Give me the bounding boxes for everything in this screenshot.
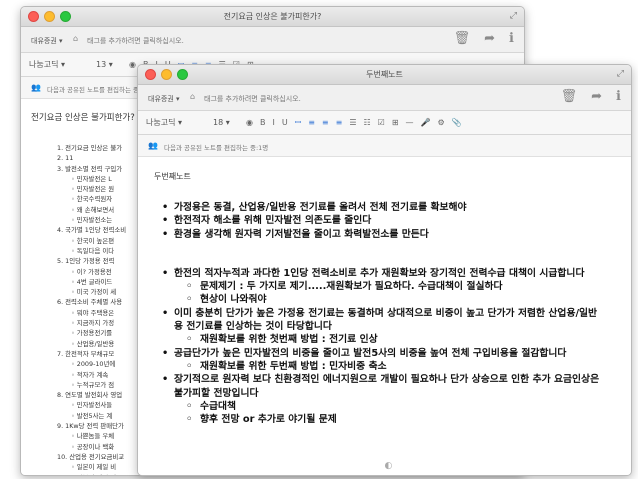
note-body[interactable]: 가정용은 동결, 산업용/일반용 전기료를 올려서 전체 전기료를 확보해야 한… [160, 201, 600, 427]
outline-item: 5. 1인당 가정용 전력 [57, 257, 115, 266]
note-toolbar: 대유증권 ▾ ⌂ 태그를 추가하려면 클릭하십시오. 🗑 ➦ ℹ [21, 27, 524, 53]
tags-field[interactable]: 태그를 추가하려면 클릭하십시오. [87, 36, 184, 46]
align-right-icon[interactable]: ≡ [336, 118, 343, 127]
outline-item: ◦ 가정용전기를 [71, 329, 113, 338]
outline-item: ◦ 민자발전은 L [71, 174, 112, 183]
outline-item: ◦ 누적규모가 점 [71, 380, 115, 389]
window-title: 두번째노트 [366, 70, 403, 79]
trash-icon[interactable]: 🗑 [454, 31, 471, 46]
list-item: 한전의 적자누적과 과다한 1인당 전력소비로 추가 재원확보와 장기적인 전력… [160, 267, 600, 281]
numbered-list-icon[interactable]: ☷ [364, 118, 371, 127]
people-icon: 👥 [148, 141, 158, 150]
bold-icon[interactable]: B [260, 118, 266, 127]
outline-item: ◦ 4번 글라이드 [71, 277, 113, 286]
share-icon[interactable]: ➦ [484, 31, 495, 46]
outline-item: ◦ 민자발전은 원 [71, 185, 115, 194]
checkbox-icon[interactable]: ☑ [378, 118, 385, 127]
info-icon[interactable]: ℹ [509, 31, 514, 46]
titlebar[interactable]: 두번째노트 ⤢ [138, 65, 631, 85]
outline-item: 7. 한전적자 부채규모 [57, 349, 115, 358]
outline-item: 2. 11 [57, 154, 74, 163]
footer-icon: ◐ [384, 461, 393, 471]
font-selector[interactable]: 나눔고딕 ▾ [146, 117, 206, 128]
gear-icon[interactable]: ⚙ [438, 118, 445, 127]
outline-item: ◦ 독일다음 이다 [71, 246, 115, 255]
front-note-window[interactable]: 두번째노트 ⤢ 대유증권 ▾ ⌂ 태그를 추가하려면 클릭하십시오. 🗑 ➦ ℹ… [137, 64, 632, 476]
list-item: 공급단가가 높은 민자발전의 비중을 줄이고 발전5사의 비중을 높여 전체 구… [160, 347, 600, 361]
sub-list-item: 문제제기 : 두 가지로 제기.....재원확보가 필요하다. 수급대책이 절실… [160, 280, 600, 294]
fullscreen-icon[interactable]: ⤢ [617, 69, 624, 79]
trash-icon[interactable]: 🗑 [561, 89, 578, 104]
outline-item: ◦ 적자가 계속 [71, 370, 109, 379]
outline-item: ◦ 뭐야 주택용은 [71, 308, 115, 317]
outline-item: ◦ 민자발전소는 [71, 216, 113, 225]
align-center-icon[interactable]: ≡ [322, 118, 329, 127]
notebook-selector[interactable]: 대유증권 ▾ [31, 36, 63, 46]
outline-item: ◦ 민자발전사들 [71, 401, 113, 410]
table-icon[interactable]: ⊞ [392, 118, 399, 127]
tag-icon: ⌂ [190, 92, 196, 101]
strikethrough-icon[interactable]: ꟷ [295, 117, 302, 128]
attach-icon[interactable]: 📎 [452, 118, 462, 127]
outline-item: ◦ 2009-10년에 [71, 360, 116, 369]
note-title[interactable]: 전기요금 인상은 불가피한가? [31, 111, 135, 123]
share-icon[interactable]: ➦ [591, 89, 602, 104]
format-toolbar: 나눔고딕 ▾ 18 ▾ ◉ B I U ꟷ ≡ ≡ ≡ ☰ ☷ ☑ ⊞ — 🎤 … [138, 111, 631, 135]
info-icon[interactable]: ℹ [616, 89, 621, 104]
outline-item: 8. 연도별 발전회사 영업 [57, 391, 123, 400]
outline-item: ◦ 일본이 제일 비 [71, 463, 117, 472]
people-icon: 👥 [31, 83, 41, 92]
outline-item: ◦ 공장이나 백화 [71, 442, 115, 451]
note-content[interactable]: 두번째노트 가정용은 동결, 산업용/일반용 전기료를 올려서 전체 전기료를 … [138, 157, 631, 475]
sub-list-item: 수급대책 [160, 400, 600, 414]
italic-icon[interactable]: I [272, 118, 274, 127]
color-icon[interactable]: ◉ [129, 60, 136, 69]
color-icon[interactable]: ◉ [246, 118, 253, 127]
outline-item: ◦ 지금까지 가정 [71, 319, 115, 328]
outline-item: 9. 1Kw당 전력 판매단가 [57, 422, 124, 431]
sub-list-item: 향후 전망 or 추가로 야기될 문제 [160, 413, 600, 427]
list-item: 환경을 생각해 원자력 기저발전을 줄이고 화력발전소를 만든다 [160, 228, 600, 242]
align-left-icon[interactable]: ≡ [308, 118, 315, 127]
outline-item: ◦ 산업용/일반용 [71, 339, 115, 348]
sub-list-item: 현상이 나와줘야 [160, 293, 600, 307]
outline-item: 10. 산업용 전기요금비교 [57, 452, 125, 461]
underline-icon[interactable]: U [282, 118, 288, 127]
sub-list-item: 재원확보를 위한 두번째 방법 : 민자비중 축소 [160, 360, 600, 374]
notebook-selector[interactable]: 대유증권 ▾ [148, 94, 180, 104]
list-item: 가정용은 동결, 산업용/일반용 전기료를 올려서 전체 전기료를 확보해야 [160, 201, 600, 215]
font-size-selector[interactable]: 18 ▾ [213, 118, 239, 127]
outline-item: ◦ 미국 가정이 세 [71, 288, 117, 297]
font-size-selector[interactable]: 13 ▾ [96, 60, 122, 69]
outline-item: ◦ 이? 가정용전 [71, 267, 112, 276]
list-item: 장기적으로 원자력 보다 친환경적인 에너지원으로 개발이 필요하나 단가 상승… [160, 373, 600, 400]
outline-item: ◦ 왜 손해보면서 [71, 205, 115, 214]
outline-item: 1. 전기요금 인상은 불가 [57, 144, 123, 152]
note-toolbar: 대유증권 ▾ ⌂ 태그를 추가하려면 클릭하십시오. 🗑 ➦ ℹ [138, 85, 631, 111]
list-icon[interactable]: ☰ [349, 118, 356, 127]
outline-item: 4. 국가별 1인당 전력소비 [57, 226, 127, 235]
outline-item: ◦ 나쁜놈들 우체 [71, 432, 115, 441]
outline-item: 3. 발전소별 전력 구입가 [57, 164, 123, 173]
outline-item: ◦ 한국수력원자 [71, 195, 113, 204]
share-bar: 👥 다음과 공유된 노트를 편집하는 중:1명 [138, 135, 631, 157]
fullscreen-icon[interactable]: ⤢ [510, 11, 517, 21]
tag-icon: ⌂ [73, 34, 79, 43]
titlebar[interactable]: 전기요금 인상은 불가피한가? ⤢ [21, 7, 524, 27]
outline-item: ◦ 한국이 높은편 [71, 236, 115, 245]
note-title[interactable]: 두번째노트 [154, 171, 191, 182]
tags-field[interactable]: 태그를 추가하려면 클릭하십시오. [204, 94, 301, 104]
divider-icon[interactable]: — [406, 118, 414, 127]
window-title: 전기요금 인상은 불가피한가? [223, 12, 322, 21]
outline-list: 1. 전기요금 인상은 불가 2. 11 3. 발전소별 전력 구입가 ◦ 민자발전은… [57, 143, 127, 476]
sub-list-item: 재원확보를 위한 첫번째 방법 : 전기료 인상 [160, 333, 600, 347]
font-selector[interactable]: 나눔고딕 ▾ [29, 59, 89, 70]
outline-item: 6. 전력소비 주체별 사용 [57, 298, 123, 307]
outline-item: ◦ 일본이 제일 비 [57, 473, 126, 476]
outline-item: ◦ 발전5사는 계 [71, 411, 113, 420]
list-item: 한전적자 해소를 위해 민자발전 의존도를 줄인다 [160, 214, 600, 228]
mic-icon[interactable]: 🎤 [421, 118, 431, 127]
list-item: 이미 충분히 단가가 높은 가정용 전기료는 동결하며 상대적으로 비중이 높고… [160, 307, 600, 334]
